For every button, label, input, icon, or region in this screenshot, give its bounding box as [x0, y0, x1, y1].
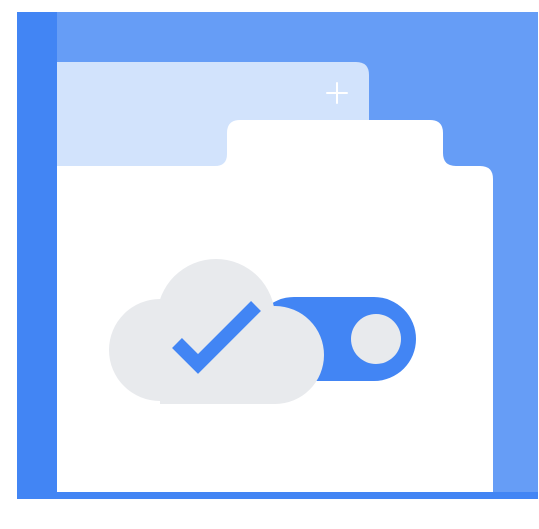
toggle-knob — [351, 314, 401, 364]
folder-sync-illustration — [17, 12, 538, 499]
illustration-canvas — [0, 0, 539, 529]
